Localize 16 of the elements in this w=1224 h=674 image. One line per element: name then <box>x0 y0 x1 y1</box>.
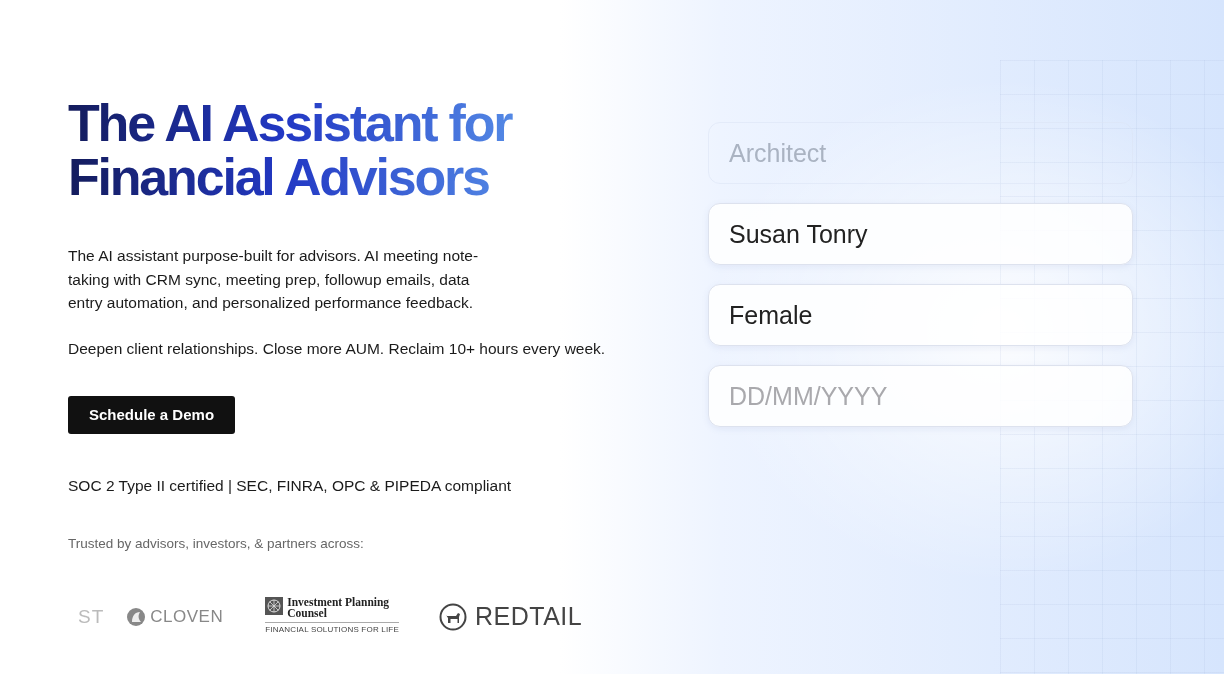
logo-text: Investment Planning Counsel <box>287 597 391 620</box>
logo-text: CLOVEN <box>150 606 224 628</box>
dog-logo-icon <box>439 602 467 631</box>
logo-subtext: FINANCIAL SOLUTIONS FOR LIFE <box>265 622 399 637</box>
trusted-label: Trusted by advisors, investors, & partners across: <box>68 534 365 553</box>
schedule-demo-button[interactable]: Schedule a Demo <box>68 395 236 435</box>
form-field[interactable]: Female <box>708 284 1133 346</box>
form-field[interactable]: DD/MM/YYYY <box>708 365 1133 427</box>
logo-text: REDTAIL <box>475 601 583 632</box>
logo-text: ST <box>78 605 105 627</box>
description: The AI assistant purpose-built for advisors. AI meeting note-taking with CRM sync, meeting prep, followup emails, data entry automation, and personalized performance feedback. <box>68 246 480 313</box>
compliance-text: SOC 2 Type II certified | SEC, FINRA, OPC & PIPEDA compliant <box>68 476 513 497</box>
compass-logo-icon <box>265 597 284 616</box>
tagline: Deepen client relationships. Close more AUM. Reclaim 10+ hours every week. <box>68 338 607 359</box>
form-field[interactable]: Susan Tonry <box>708 203 1133 265</box>
leaf-logo-icon <box>126 606 147 627</box>
